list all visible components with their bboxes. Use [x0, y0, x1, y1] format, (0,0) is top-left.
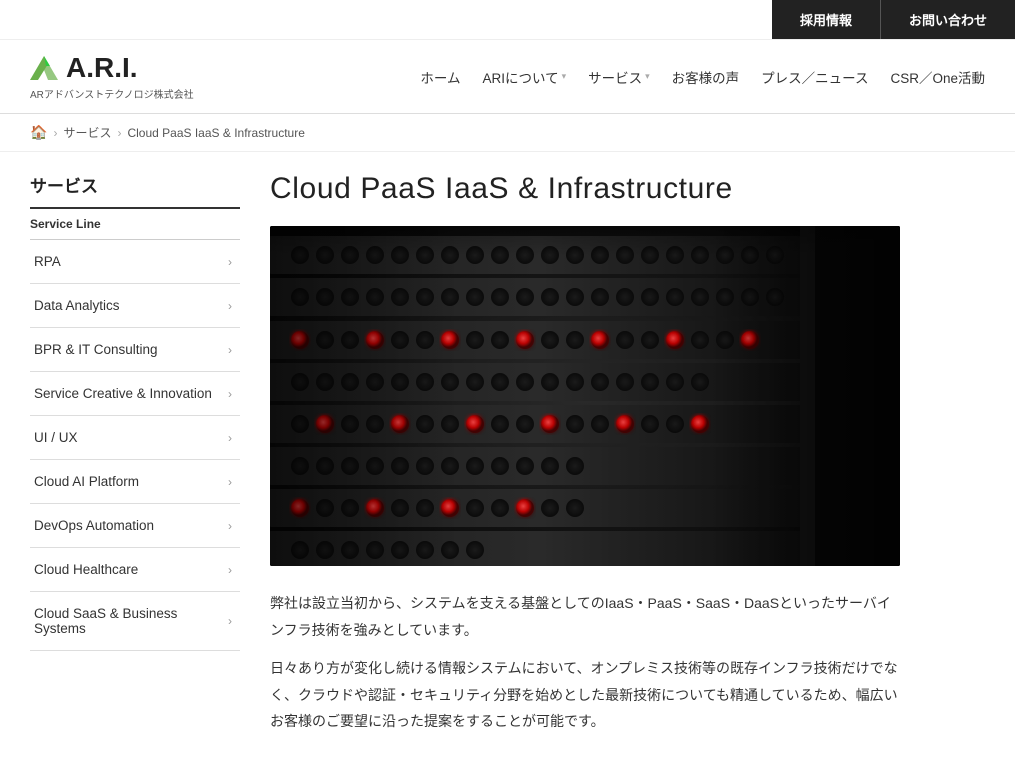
top-bar-buttons: 採用情報 お問い合わせ: [772, 0, 1015, 39]
top-bar: 採用情報 お問い合わせ: [0, 0, 1015, 40]
sidebar-item-devops[interactable]: DevOps Automation ›: [30, 504, 240, 548]
logo-subtitle: ARアドバンストテクノロジ株式会社: [30, 86, 194, 101]
nav-service-chevron: ▾: [645, 71, 650, 82]
nav-csr[interactable]: CSR／One活動: [890, 67, 985, 87]
body-paragraph-1: 弊社は設立当初から、システムを支える基盤としてのIaaS・PaaS・SaaS・D…: [270, 590, 900, 643]
hero-image: [270, 226, 900, 566]
content-area: Cloud PaaS IaaS & Infrastructure: [270, 172, 985, 747]
chevron-icon: ›: [228, 255, 232, 269]
chevron-icon: ›: [228, 431, 232, 445]
sidebar: サービス Service Line RPA › Data Analytics ›…: [30, 172, 240, 747]
header: A.R.I. ARアドバンストテクノロジ株式会社 ホーム ARIについて ▾ サ…: [0, 40, 1015, 114]
server-rack-svg: [270, 226, 900, 566]
sidebar-item-cloud-ai[interactable]: Cloud AI Platform ›: [30, 460, 240, 504]
chevron-icon: ›: [228, 387, 232, 401]
chevron-icon: ›: [228, 475, 232, 489]
chevron-icon: ›: [228, 614, 232, 628]
chevron-icon: ›: [228, 343, 232, 357]
sidebar-item-cloud-healthcare[interactable]: Cloud Healthcare ›: [30, 548, 240, 592]
logo-text: A.R.I.: [66, 52, 138, 84]
sidebar-item-bpr[interactable]: BPR & IT Consulting ›: [30, 328, 240, 372]
recruit-button[interactable]: 採用情報: [772, 0, 881, 39]
nav-about-chevron: ▾: [562, 71, 567, 82]
sidebar-section-title: Service Line: [30, 207, 240, 240]
sidebar-item-data-analytics[interactable]: Data Analytics ›: [30, 284, 240, 328]
home-icon[interactable]: 🏠: [30, 124, 47, 141]
nav-voice[interactable]: お客様の声: [672, 67, 740, 87]
sidebar-title: サービス: [30, 172, 240, 197]
body-paragraph-2: 日々あり方が変化し続ける情報システムにおいて、オンプレミス技術等の既存インフラ技…: [270, 655, 900, 735]
breadcrumb-current: Cloud PaaS IaaS & Infrastructure: [127, 126, 304, 140]
sidebar-item-service-creative[interactable]: Service Creative & Innovation ›: [30, 372, 240, 416]
logo[interactable]: A.R.I.: [30, 52, 138, 84]
nav-service[interactable]: サービス ▾: [588, 67, 650, 87]
nav-home[interactable]: ホーム: [420, 67, 460, 87]
sidebar-item-cloud-saas[interactable]: Cloud SaaS & Business Systems ›: [30, 592, 240, 651]
contact-button[interactable]: お問い合わせ: [881, 0, 1015, 39]
page-title: Cloud PaaS IaaS & Infrastructure: [270, 172, 985, 206]
logo-area: A.R.I. ARアドバンストテクノロジ株式会社: [30, 52, 210, 101]
sidebar-item-rpa[interactable]: RPA ›: [30, 240, 240, 284]
chevron-icon: ›: [228, 563, 232, 577]
chevron-icon: ›: [228, 299, 232, 313]
chevron-icon: ›: [228, 519, 232, 533]
sidebar-item-ui-ux[interactable]: UI / UX ›: [30, 416, 240, 460]
breadcrumb-sep-1: ›: [53, 126, 57, 140]
main-nav: ホーム ARIについて ▾ サービス ▾ お客様の声 プレス／ニュース CSR／…: [420, 67, 985, 87]
nav-news[interactable]: プレス／ニュース: [761, 67, 868, 87]
logo-icon: [30, 52, 62, 84]
body-text: 弊社は設立当初から、システムを支える基盤としてのIaaS・PaaS・SaaS・D…: [270, 590, 900, 735]
breadcrumb: 🏠 › サービス › Cloud PaaS IaaS & Infrastruct…: [0, 114, 1015, 152]
main-layout: サービス Service Line RPA › Data Analytics ›…: [0, 152, 1015, 767]
nav-about[interactable]: ARIについて ▾: [482, 67, 566, 87]
breadcrumb-sep-2: ›: [117, 126, 121, 140]
breadcrumb-service[interactable]: サービス: [63, 124, 111, 141]
